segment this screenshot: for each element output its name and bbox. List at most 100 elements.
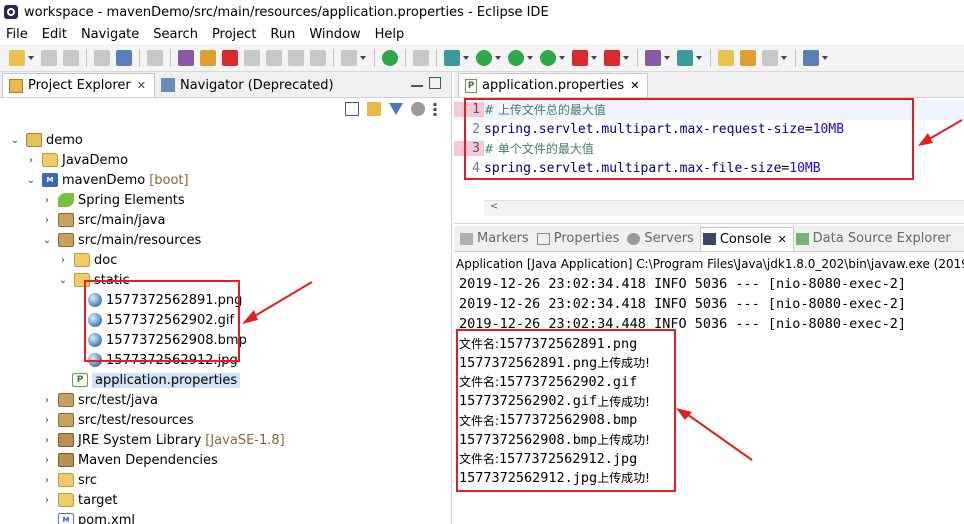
resume-icon[interactable] <box>178 49 194 66</box>
collapse-chevron-icon[interactable]: › <box>42 435 52 446</box>
menu-navigate[interactable]: Navigate <box>75 27 147 42</box>
search-tool-icon[interactable] <box>762 49 778 66</box>
toolbar-separator <box>139 48 140 67</box>
filter-icon[interactable] <box>389 103 403 115</box>
tree-item-src-main-resources[interactable]: ⌄ src/main/resources <box>42 230 201 250</box>
collapse-chevron-icon[interactable]: › <box>42 195 52 206</box>
open-type-icon[interactable] <box>718 49 734 66</box>
collapse-chevron-icon[interactable]: › <box>42 455 52 466</box>
terminate-icon[interactable] <box>222 49 238 66</box>
terminal-icon[interactable] <box>94 49 110 66</box>
relaunch-icon[interactable] <box>604 49 620 66</box>
dropdown-arrow-icon[interactable] <box>781 55 787 60</box>
dropdown-arrow-icon[interactable] <box>495 55 501 60</box>
tree-item-label: demo <box>46 132 83 148</box>
menu-help[interactable]: Help <box>369 27 413 42</box>
focus-icon[interactable] <box>411 102 425 116</box>
binary-icon[interactable] <box>116 49 132 66</box>
tree-item-demo[interactable]: ⌄ demo <box>10 130 83 150</box>
run-icon[interactable] <box>476 49 492 66</box>
external-tools-icon[interactable] <box>540 49 556 66</box>
dropdown-arrow-icon[interactable] <box>559 55 565 60</box>
scroll-left-icon[interactable]: < <box>490 201 498 212</box>
open-folder-icon[interactable] <box>740 49 756 66</box>
menu-file[interactable]: File <box>0 27 36 42</box>
tree-item-src-test-resources[interactable]: › src/test/resources <box>42 410 194 430</box>
tree-item-pom[interactable]: M pom.xml <box>58 510 135 524</box>
tree-item-spring-elements[interactable]: › Spring Elements <box>42 190 185 210</box>
tree-item-src-test-java[interactable]: › src/test/java <box>42 390 158 410</box>
new-icon[interactable] <box>9 49 25 66</box>
maximize-icon[interactable] <box>429 77 441 89</box>
tree-item-doc[interactable]: › doc <box>58 250 117 270</box>
tree-item-maven-dependencies[interactable]: › Maven Dependencies <box>42 450 218 470</box>
step-return-icon[interactable] <box>310 49 326 66</box>
tab-properties[interactable]: Properties <box>535 227 626 251</box>
tree-item-javademo[interactable]: › JavaDemo <box>26 150 128 170</box>
tab-console[interactable]: Console ✕ <box>699 226 794 251</box>
close-icon[interactable]: ✕ <box>777 233 786 246</box>
collapse-chevron-icon[interactable]: › <box>58 255 68 266</box>
save-all-icon[interactable] <box>63 49 79 66</box>
menu-run[interactable]: Run <box>264 27 303 42</box>
collapse-chevron-icon[interactable]: › <box>42 415 52 426</box>
dropdown-arrow-icon[interactable] <box>623 55 629 60</box>
menu-bar: File Edit Navigate Search Project Run Wi… <box>0 24 964 44</box>
save-icon[interactable] <box>41 49 57 66</box>
menu-edit[interactable]: Edit <box>36 27 75 42</box>
globe-icon[interactable] <box>803 49 819 66</box>
tab-project-explorer[interactable]: Project Explorer ✕ <box>2 73 155 97</box>
spring-boot-icon[interactable] <box>382 49 398 66</box>
step-into-icon[interactable] <box>266 49 282 66</box>
debug-icon[interactable] <box>444 49 460 66</box>
expand-chevron-icon[interactable]: ⌄ <box>42 235 52 246</box>
collapse-chevron-icon[interactable]: › <box>42 395 52 406</box>
dropdown-arrow-icon[interactable] <box>527 55 533 60</box>
tree-item-target[interactable]: › target <box>42 490 118 510</box>
tree-item-mavendemo[interactable]: ⌄ M mavenDemo [boot] <box>26 170 189 190</box>
tab-application-properties[interactable]: P application.properties ✕ <box>458 73 649 97</box>
collapse-chevron-icon[interactable]: › <box>42 215 52 226</box>
tree-item-src[interactable]: › src <box>42 470 97 490</box>
tree-item-src-main-java[interactable]: › src/main/java <box>42 210 165 230</box>
tab-markers[interactable]: Markers <box>458 227 535 251</box>
horizontal-scrollbar[interactable]: < <box>484 200 964 216</box>
menu-search[interactable]: Search <box>147 27 206 42</box>
menu-window[interactable]: Window <box>303 27 368 42</box>
link-with-editor-icon[interactable] <box>367 102 381 116</box>
dropdown-arrow-icon[interactable] <box>591 55 597 60</box>
collapse-chevron-icon[interactable]: › <box>42 475 52 486</box>
dropdown-arrow-icon[interactable] <box>696 55 702 60</box>
view-menu-icon[interactable] <box>433 102 437 116</box>
suspend-icon[interactable] <box>200 49 216 66</box>
dropdown-arrow-icon[interactable] <box>360 55 366 60</box>
dropdown-arrow-icon[interactable] <box>664 55 670 60</box>
skip-breakpoints-icon[interactable] <box>147 49 163 66</box>
coverage-icon[interactable] <box>508 49 524 66</box>
dropdown-arrow-icon[interactable] <box>822 55 828 60</box>
tab-data-source-explorer[interactable]: Data Source Explorer <box>794 227 957 251</box>
collapse-chevron-icon[interactable]: › <box>26 155 36 166</box>
new-project-icon[interactable] <box>645 49 661 66</box>
tree-item-jre-library[interactable]: › JRE System Library [JavaSE-1.8] <box>42 430 285 450</box>
menu-project[interactable]: Project <box>206 27 264 42</box>
outline-icon[interactable] <box>341 49 357 66</box>
new-class-icon[interactable] <box>677 49 693 66</box>
disconnect-icon[interactable] <box>244 49 260 66</box>
dropdown-arrow-icon[interactable] <box>28 55 34 60</box>
step-over-icon[interactable] <box>288 49 304 66</box>
expand-chevron-icon[interactable]: ⌄ <box>58 275 68 286</box>
collapse-chevron-icon[interactable]: › <box>42 495 52 506</box>
tab-navigator[interactable]: Navigator (Deprecated) <box>155 73 342 97</box>
expand-chevron-icon[interactable]: ⌄ <box>26 175 36 186</box>
dropdown-arrow-icon[interactable] <box>463 55 469 60</box>
tab-servers[interactable]: Servers <box>625 227 699 251</box>
minimize-icon[interactable] <box>411 84 423 87</box>
stop-icon[interactable] <box>572 49 588 66</box>
close-icon[interactable]: ✕ <box>137 79 146 92</box>
spring-tool-icon[interactable] <box>413 49 429 66</box>
close-icon[interactable]: ✕ <box>630 79 639 92</box>
collapse-all-icon[interactable] <box>345 102 359 116</box>
tree-item-application-properties[interactable]: P application.properties <box>72 370 241 390</box>
expand-chevron-icon[interactable]: ⌄ <box>10 135 20 146</box>
